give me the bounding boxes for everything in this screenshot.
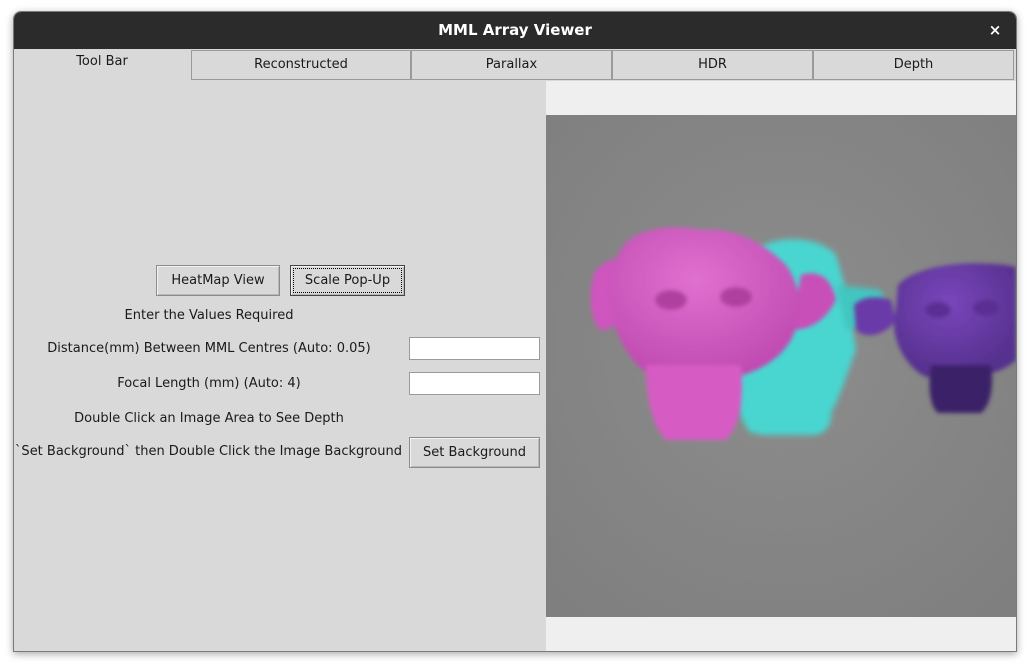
window-title: MML Array Viewer [438, 21, 592, 39]
background-hint-label: Click `Set Background` then Double Click… [14, 444, 402, 459]
distance-label: Distance(mm) Between MML Centres (Auto: … [47, 341, 371, 356]
background-hint-clip: Click `Set Background` then Double Click… [14, 442, 412, 464]
focal-length-input[interactable] [409, 372, 540, 395]
tab-hdr[interactable]: HDR [612, 50, 813, 80]
depth-hint-label: Double Click an Image Area to See Depth [74, 411, 344, 426]
image-view[interactable] [546, 115, 1016, 617]
set-background-button[interactable]: Set Background [409, 437, 540, 468]
app-window: MML Array Viewer × Tool Bar Reconstructe… [13, 11, 1017, 652]
image-panel [546, 81, 1016, 651]
tool-bar-panel: HeatMap View Scale Pop-Up Enter the Valu… [14, 81, 546, 651]
title-bar[interactable]: MML Array Viewer × [14, 12, 1016, 49]
focal-length-label: Focal Length (mm) (Auto: 4) [117, 376, 301, 391]
scale-popup-button[interactable]: Scale Pop-Up [290, 265, 405, 296]
distance-input[interactable] [409, 337, 540, 360]
tab-reconstructed[interactable]: Reconstructed [191, 50, 411, 80]
tab-parallax[interactable]: Parallax [411, 50, 612, 80]
prompt-label: Enter the Values Required [124, 308, 294, 323]
image-canvas[interactable] [546, 115, 1016, 617]
tab-bar: Tool Bar Reconstructed Parallax HDR Dept… [14, 49, 1016, 81]
tab-tool-bar[interactable]: Tool Bar [14, 49, 190, 81]
heatmap-view-button[interactable]: HeatMap View [156, 265, 280, 296]
tab-depth[interactable]: Depth [813, 50, 1014, 80]
close-icon[interactable]: × [985, 19, 1005, 41]
